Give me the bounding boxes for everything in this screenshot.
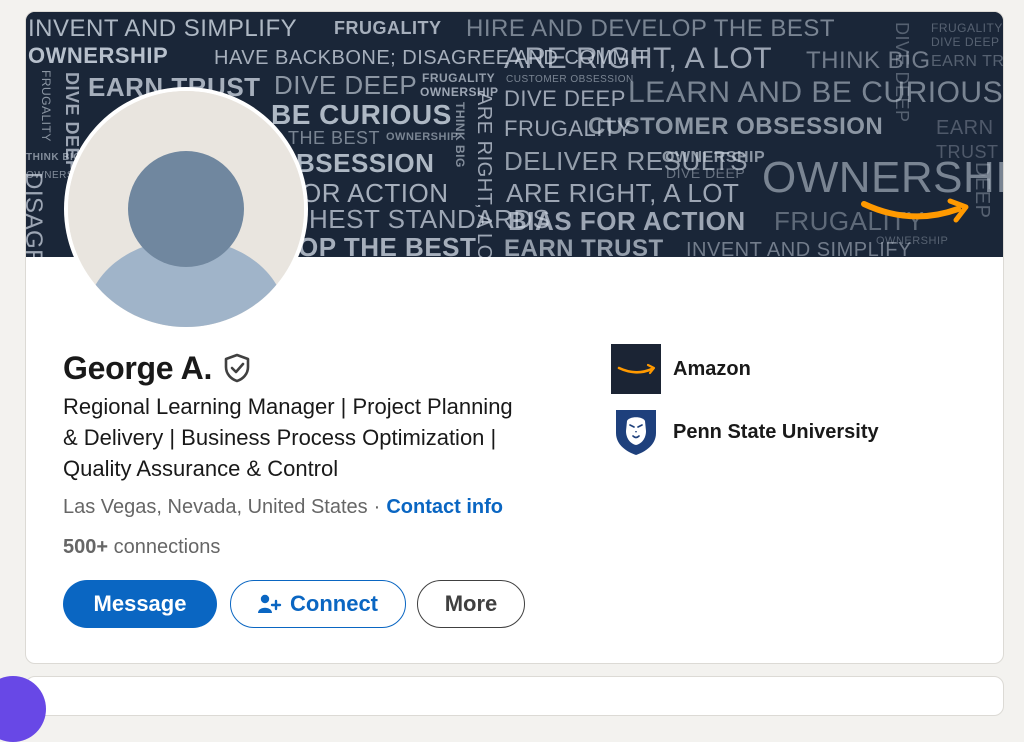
banner-word: OWNERSHIP: [876, 235, 948, 247]
banner-word: DIVE DEEP: [892, 22, 912, 123]
banner-word: OWNERSHIP: [762, 153, 1004, 202]
org-item-penn-state[interactable]: Penn State University: [611, 407, 879, 457]
banner-word: FRUGALITY: [931, 21, 1003, 35]
banner-word: BE CURIOUS: [271, 99, 452, 130]
location-text: Las Vegas, Nevada, United States: [63, 496, 368, 518]
next-section-card: [25, 676, 1004, 716]
contact-info-link[interactable]: Contact info: [386, 496, 503, 518]
banner-word: INVENT AND SIMPLIFY: [28, 15, 297, 42]
profile-headline: Regional Learning Manager | Project Plan…: [63, 391, 583, 484]
banner-word: EARN TRUST: [931, 53, 1004, 70]
add-person-icon: [258, 593, 282, 615]
nittany-lion-shield-icon: [611, 407, 661, 457]
connections-count[interactable]: 500+ connections: [63, 536, 220, 559]
org-name: Penn State University: [673, 420, 879, 443]
banner-word: THE BEST: [288, 128, 380, 148]
org-item-amazon[interactable]: Amazon: [611, 344, 751, 394]
banner-word: DEEP: [971, 162, 993, 218]
banner-word: ARE RIGHT, A LOT: [473, 92, 495, 257]
location-row: Las Vegas, Nevada, United States · Contact…: [63, 496, 503, 519]
more-button[interactable]: More: [417, 580, 525, 628]
banner-word: OWNERSHIP: [386, 131, 458, 143]
connect-button[interactable]: Connect: [230, 580, 406, 628]
banner-word: BIAS FOR ACTION: [508, 206, 746, 236]
banner-word: FRUGALITY: [774, 206, 924, 236]
connections-number: 500+: [63, 536, 109, 558]
banner-word: DIVE DEEP: [274, 70, 417, 100]
profile-name: George A.: [63, 349, 213, 386]
headline-line: Quality Assurance & Control: [63, 456, 339, 481]
profile-card: INVENT AND SIMPLIFY FRUGALITY HIRE AND DEV…: [25, 11, 1004, 664]
banner-word: FRUGALITY: [334, 18, 442, 38]
banner-word: DIVE DEEP: [931, 35, 1000, 49]
headline-line: & Delivery | Business Process Optimizati…: [63, 425, 497, 450]
connect-label: Connect: [290, 591, 378, 616]
banner-word: FRUGALITY: [39, 70, 53, 142]
profile-photo[interactable]: [64, 87, 308, 331]
banner-word: CUSTOMER OBSESSION: [506, 74, 634, 85]
connections-label: connections: [113, 536, 221, 558]
banner-word: LEARN AND BE CURIOUS: [628, 76, 1003, 109]
separator: ·: [373, 496, 381, 518]
banner-word: OWNERSHIP: [28, 43, 168, 68]
banner-word: DIVE DEEP: [504, 86, 626, 111]
headline-line: Regional Learning Manager | Project Plan…: [63, 394, 513, 419]
avatar: [68, 91, 304, 327]
banner-word: HIRE AND DEVELOP THE BEST: [466, 15, 835, 42]
default-avatar-icon: [68, 91, 304, 327]
banner-word: CUSTOMER OBSESSION: [588, 113, 883, 140]
message-button[interactable]: Message: [63, 580, 217, 628]
name-row: George A.: [63, 348, 252, 388]
banner-word: THINK BIG: [453, 102, 467, 168]
banner-word: BSESSION: [296, 148, 434, 178]
banner-word: DISAGR: [26, 172, 47, 257]
banner-word: ARE RIGHT, A LOT: [504, 42, 772, 75]
banner-word: OWNERSHIP: [662, 149, 765, 166]
org-name: Amazon: [673, 357, 751, 380]
amazon-logo-icon: [611, 344, 661, 394]
shield-check-icon[interactable]: [222, 353, 252, 383]
banner-word: EARN: [936, 117, 994, 139]
banner-word: OP THE BEST: [298, 232, 476, 257]
banner-word: FRUGALITY: [422, 71, 495, 85]
banner-word: EARN TRUST: [504, 235, 664, 257]
